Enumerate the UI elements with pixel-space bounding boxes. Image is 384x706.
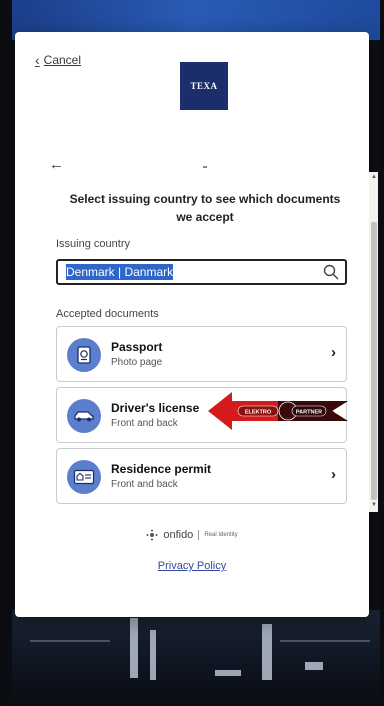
country-search-input[interactable]: Denmark | Danmark	[56, 259, 347, 285]
texa-logo: TEXA	[180, 62, 228, 110]
scrollbar-thumb[interactable]	[371, 222, 377, 500]
ad-text-right: PARTNER	[296, 410, 322, 416]
chevron-right-icon: ›	[331, 466, 336, 483]
document-title: Residence permit	[111, 462, 212, 476]
document-subtitle: Photo page	[111, 357, 163, 368]
onfido-tagline: Real Identity	[204, 532, 238, 538]
elektro-partner-ad-overlay: ELEKTRO PARTNER	[208, 392, 348, 430]
window-frame-left	[0, 0, 12, 706]
passport-icon	[67, 338, 101, 372]
documents-section-label: Accepted documents	[56, 308, 159, 320]
scroll-down-icon[interactable]: ▼	[371, 502, 377, 508]
document-option-passport[interactable]: Passport Photo page ›	[56, 326, 347, 382]
background-building-photo	[0, 610, 384, 706]
cancel-label: Cancel	[43, 53, 82, 67]
chevron-right-icon: ›	[331, 344, 336, 361]
document-title: Passport	[111, 340, 163, 354]
document-subtitle: Front and back	[111, 418, 178, 429]
window-frame-right	[380, 0, 384, 706]
footer-divider	[198, 530, 200, 540]
onfido-logo-icon	[146, 529, 158, 541]
onfido-wordmark: onfido	[163, 529, 194, 541]
powered-by-onfido: onfido Real Identity	[15, 529, 369, 541]
arrow-left-icon[interactable]: ←	[49, 156, 64, 173]
step-indicator	[203, 166, 207, 168]
id-card-icon	[67, 460, 101, 494]
scroll-up-icon[interactable]: ▲	[371, 174, 377, 180]
verification-modal: ‹ Cancel TEXA ← Select issuing country t…	[15, 32, 369, 617]
ad-text-left: ELEKTRO	[245, 410, 272, 416]
country-field-label: Issuing country	[56, 238, 130, 250]
document-subtitle: Front and back	[111, 479, 178, 490]
cancel-link[interactable]: ‹ Cancel	[35, 52, 81, 68]
privacy-policy-link[interactable]: Privacy Policy	[15, 560, 369, 572]
car-icon	[67, 399, 101, 433]
search-icon[interactable]	[323, 264, 339, 280]
document-title: Driver's license	[111, 401, 200, 415]
document-option-residence-permit[interactable]: Residence permit Front and back ›	[56, 448, 347, 504]
chevron-left-icon: ‹	[35, 52, 40, 68]
page-title: Select issuing country to see which docu…	[69, 192, 341, 224]
country-input-value: Denmark | Danmark	[66, 264, 174, 280]
